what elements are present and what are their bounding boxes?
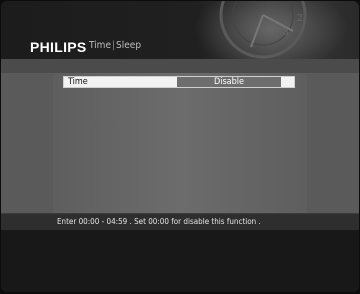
title-subsection: Sleep: [116, 40, 142, 51]
tv-osd-screen: 3 2 PHILIPS Time|Sleep Time Disable Ente…: [1, 1, 359, 292]
help-text: Enter 00:00 - 04:59 . Set 00:00 for disa…: [57, 217, 261, 226]
help-bar: Enter 00:00 - 04:59 . Set 00:00 for disa…: [1, 213, 359, 230]
header-divider-strip: [1, 59, 359, 73]
title-section: Time: [89, 40, 111, 51]
header-banner: 3 2 PHILIPS Time|Sleep: [1, 1, 359, 59]
settings-panel: [53, 73, 307, 213]
page-title: Time|Sleep: [89, 40, 141, 51]
philips-logo: PHILIPS: [30, 39, 87, 55]
left-side-panel: [1, 73, 53, 213]
time-setting-row[interactable]: Time Disable: [63, 76, 295, 88]
time-setting-value[interactable]: Disable: [177, 77, 281, 87]
bottom-area: [1, 230, 359, 292]
svg-text:3: 3: [283, 28, 289, 38]
time-setting-label: Time: [68, 77, 88, 87]
right-side-panel: [307, 73, 359, 213]
svg-text:2: 2: [297, 14, 303, 24]
